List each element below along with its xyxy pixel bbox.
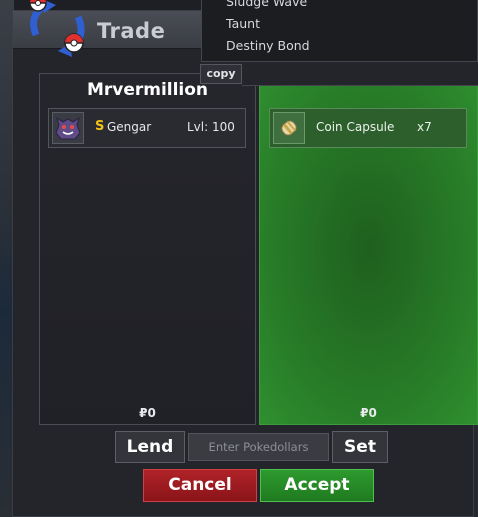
pokedollars-input[interactable]: Enter Pokedollars xyxy=(188,433,329,461)
coin-capsule-icon xyxy=(273,112,305,144)
item-slot[interactable]: Coin Capsule x7 xyxy=(269,108,467,148)
trade-window: Trade Mrvermillion S Gengar Lvl: 100 ₽0 xyxy=(12,10,478,517)
cancel-button[interactable]: Cancel xyxy=(143,469,257,502)
my-offer-panel: Mrvermillion S Gengar Lvl: 100 ₽0 xyxy=(39,73,256,425)
move-item: Sludge Wave xyxy=(226,0,308,9)
window-title: Trade xyxy=(97,19,166,43)
move-list-popup: Sludge Wave Taunt Destiny Bond xyxy=(201,0,478,62)
shiny-mark: S xyxy=(95,119,105,134)
pokemon-level: Lvl: 100 xyxy=(187,120,235,134)
move-item: Destiny Bond xyxy=(226,38,310,53)
popup-footer xyxy=(242,62,478,86)
pokemon-slot[interactable]: S Gengar Lvl: 100 xyxy=(48,108,246,148)
copy-button[interactable]: copy xyxy=(200,64,242,84)
item-count: x7 xyxy=(417,120,432,134)
set-button[interactable]: Set xyxy=(332,431,388,463)
pokedollar-amount: ₽0 xyxy=(139,406,156,420)
accept-button[interactable]: Accept xyxy=(260,469,374,502)
gengar-icon xyxy=(52,112,84,144)
item-name: Coin Capsule xyxy=(316,120,395,134)
pokedollar-amount: ₽0 xyxy=(360,406,377,420)
partner-offer-panel: Coin Capsule x7 ₽0 xyxy=(259,73,478,425)
move-item: Taunt xyxy=(226,16,260,31)
trade-logo-icon xyxy=(29,0,85,57)
lend-button[interactable]: Lend xyxy=(115,431,185,463)
pokemon-name: Gengar xyxy=(107,120,152,134)
